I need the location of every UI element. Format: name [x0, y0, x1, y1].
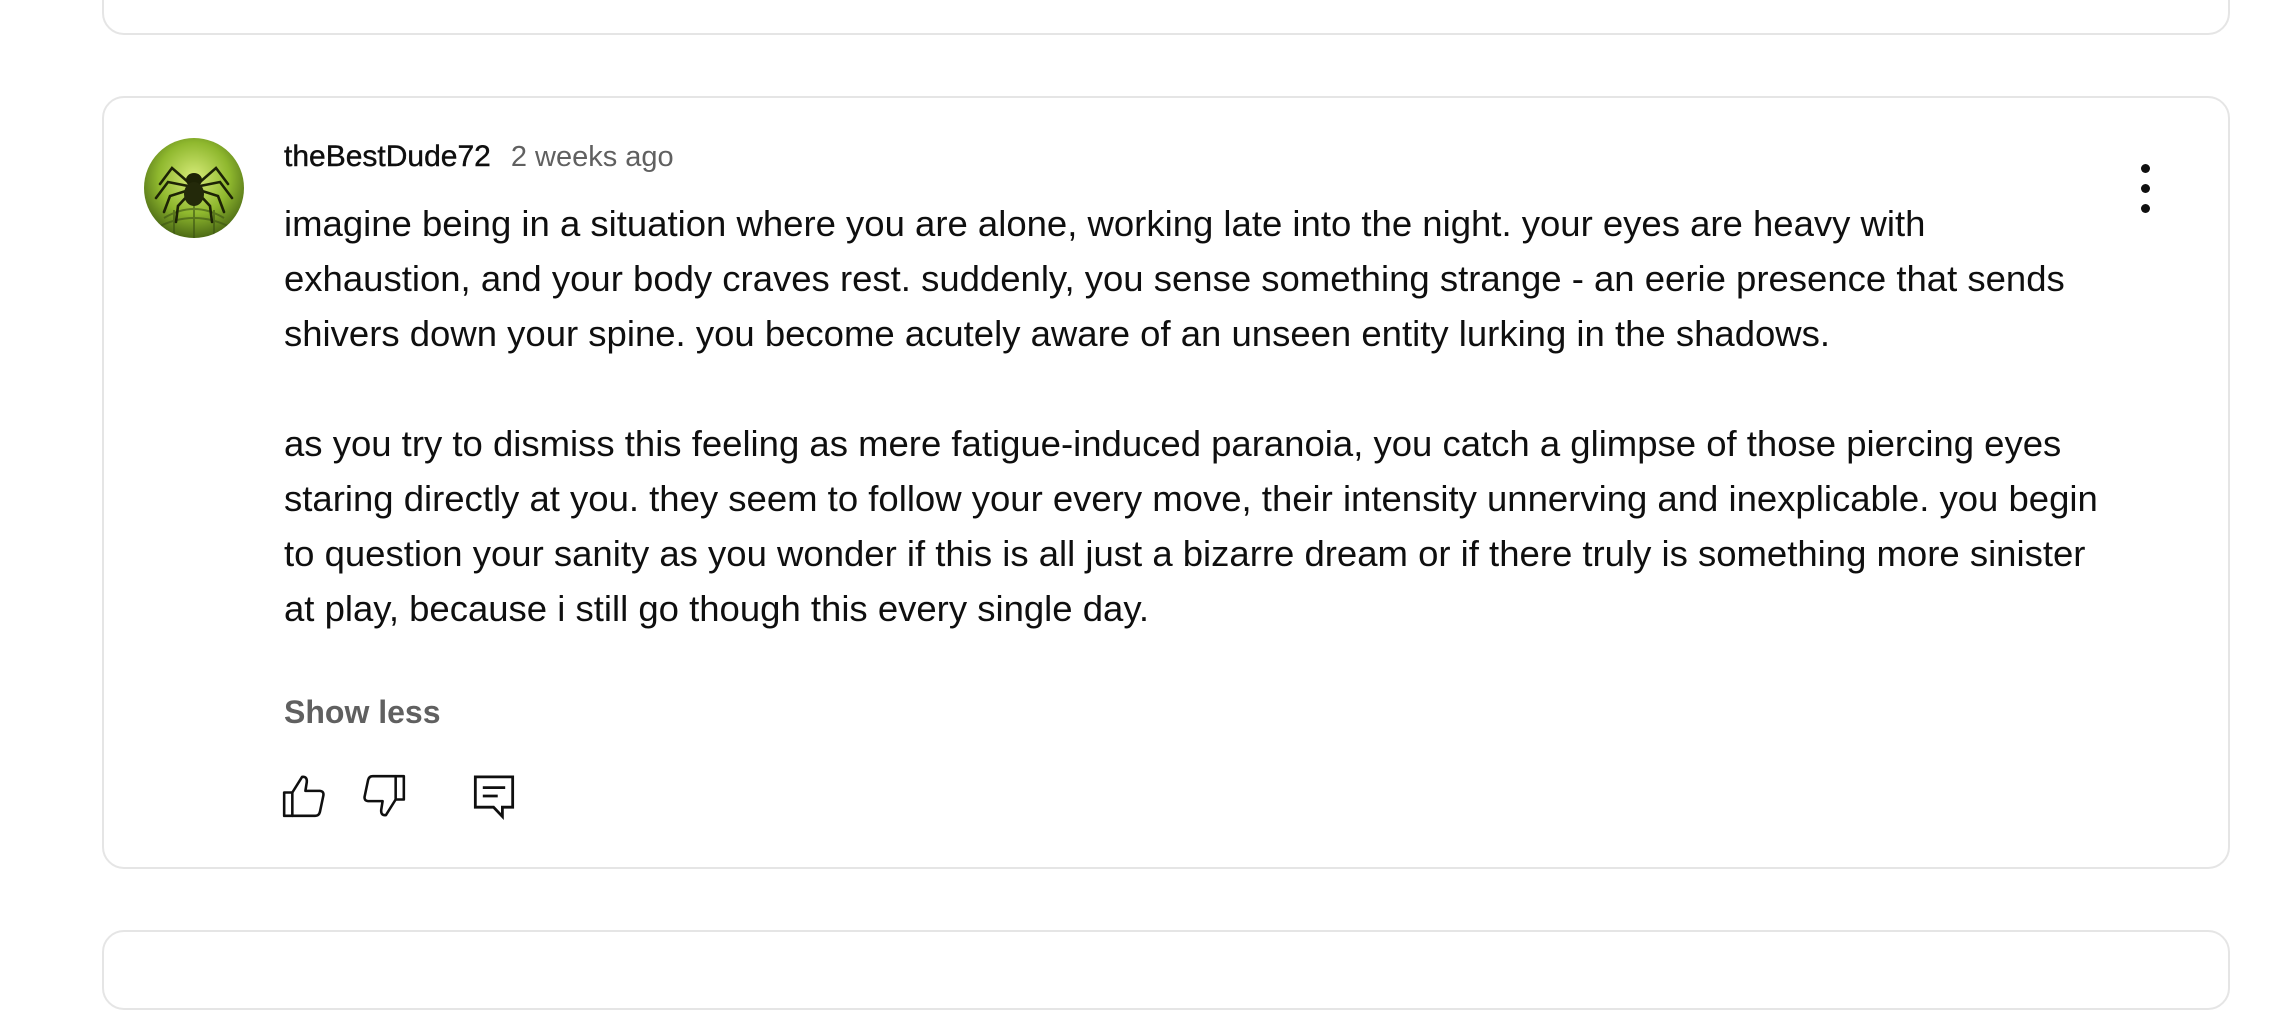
comment-paragraph: as you try to dismiss this feeling as me…	[284, 423, 2098, 629]
comment-paragraph: imagine being in a situation where you a…	[284, 203, 2065, 354]
more-actions-button[interactable]	[2136, 164, 2156, 214]
spider-avatar-icon	[144, 138, 244, 238]
reply-comment-icon	[473, 775, 515, 821]
previous-comment-card	[102, 0, 2230, 35]
reply-button[interactable]	[466, 768, 522, 824]
author-avatar[interactable]	[144, 138, 244, 238]
show-less-button[interactable]: Show less	[284, 694, 441, 731]
comment-card: theBestDude72 2 weeks ago imagine being …	[102, 96, 2230, 869]
thumb-down-icon	[363, 774, 406, 817]
author-name[interactable]: theBestDude72	[284, 140, 491, 174]
more-vert-icon	[2141, 164, 2150, 173]
comment-timestamp[interactable]: 2 weeks ago	[511, 141, 674, 174]
comment-text: imagine being in a situation where you a…	[284, 196, 2114, 636]
dislike-button[interactable]	[356, 768, 412, 824]
comment-header: theBestDude72 2 weeks ago	[284, 140, 674, 174]
next-comment-card	[102, 930, 2230, 1010]
like-button[interactable]	[276, 768, 332, 824]
thumb-up-icon	[282, 775, 325, 818]
